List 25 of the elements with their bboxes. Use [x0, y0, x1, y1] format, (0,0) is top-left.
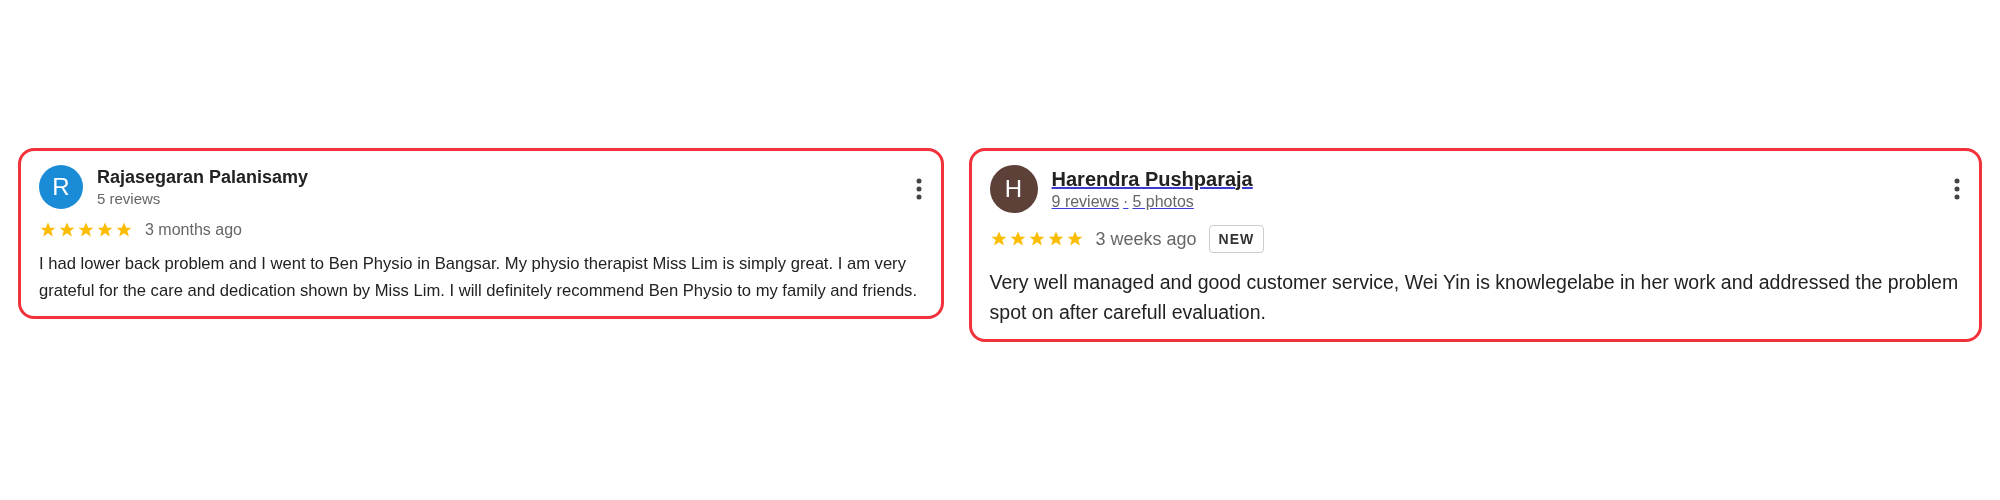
star-icon	[96, 221, 114, 239]
star-icon	[39, 221, 57, 239]
avatar: H	[989, 165, 1038, 213]
star-icon	[115, 221, 133, 239]
reviewer-name-link[interactable]: Harendra Pushparaja	[1051, 167, 1253, 191]
star-icon	[1027, 230, 1046, 248]
review-text: I had lower back problem and I went to Ben Physio in Bangsar. My physio therapist Miss Lim is simply great. I am very grateful for the care and dedication shown by Miss Lim. I will definitely recommend Ben Physio to my family and friends.	[39, 253, 919, 302]
star-icon	[1046, 230, 1065, 248]
star-icon	[989, 230, 1008, 248]
review-text: Very well managed and good customer service, Wei Yin is knowlegelabe in her work and addressed the problem spot on after carefull evaluation.	[989, 270, 1960, 326]
star-icon	[1008, 230, 1027, 248]
new-badge: NEW	[1208, 225, 1265, 253]
review-count: 5 reviews	[97, 190, 161, 207]
star-icon	[58, 221, 76, 239]
review-time: 3 weeks ago	[1095, 228, 1197, 250]
reviewer-name: Rajasegaran Palanisamy	[97, 167, 309, 188]
avatar: R	[39, 165, 83, 209]
star-icon	[1065, 230, 1084, 248]
more-options-icon[interactable]	[1953, 177, 1961, 201]
review-time: 3 months ago	[145, 221, 242, 239]
more-options-icon[interactable]	[914, 177, 923, 201]
separator: ·	[1123, 192, 1129, 211]
star-icon	[77, 221, 95, 239]
meta-link[interactable]: 5 photos	[1132, 192, 1194, 211]
meta-link[interactable]: 9 reviews	[1051, 192, 1120, 211]
